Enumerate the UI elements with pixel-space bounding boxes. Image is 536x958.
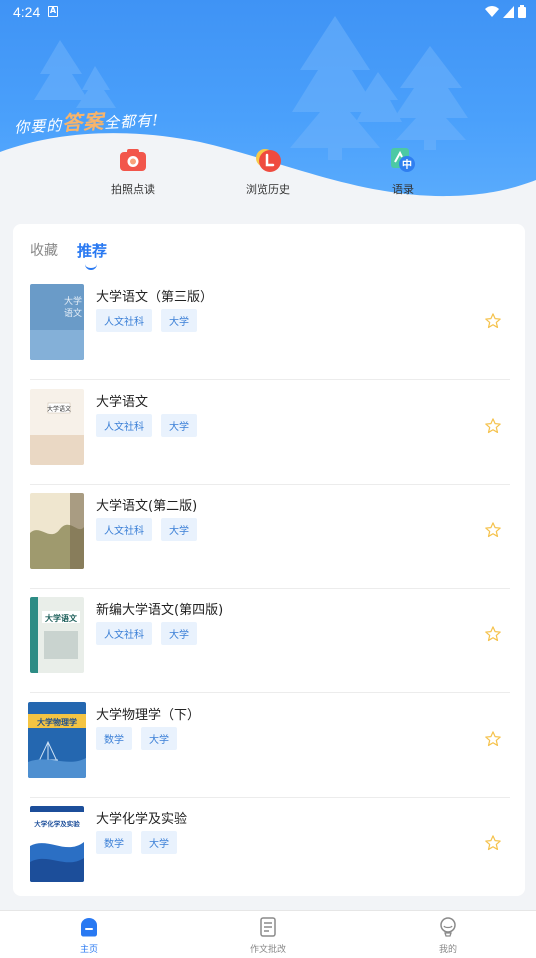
list-divider: [30, 692, 510, 693]
slogan-highlight: 答案: [61, 109, 105, 136]
active-tab-indicator: [85, 264, 97, 270]
book-tag: 人文社科: [96, 622, 152, 645]
book-cover: 大学物理学: [28, 702, 86, 778]
book-title: 大学语文(第二版): [96, 499, 198, 514]
slogan-suffix: 全都有!: [103, 111, 160, 133]
battery-icon: [518, 5, 526, 18]
nav-label: 主页: [79, 945, 98, 955]
list-divider: [30, 379, 510, 380]
svg-text:大学语文: 大学语文: [45, 613, 78, 623]
book-tag: 人文社科: [96, 309, 152, 332]
nav-essay-correction[interactable]: 作文批改: [223, 916, 313, 955]
svg-text:大学物理学: 大学物理学: [37, 717, 77, 727]
favorite-star-icon[interactable]: [484, 625, 502, 643]
favorite-star-icon[interactable]: [484, 834, 502, 852]
svg-text:语文: 语文: [64, 307, 82, 319]
book-tag: 大学: [141, 831, 177, 854]
quick-action-label: 浏览历史: [246, 183, 290, 196]
book-list-card: 收藏 推荐 大学 语文 大学语文（第三版） 人文社科 大学 大学语文 大学语文 …: [13, 224, 525, 896]
book-cover: 大学语文: [30, 597, 84, 673]
status-icons: [485, 5, 526, 18]
book-tag: 人文社科: [96, 414, 152, 437]
svg-text:大学化学及实验: 大学化学及实验: [34, 819, 80, 828]
book-tags: 人文社科 大学: [96, 414, 197, 437]
book-title: 大学语文: [96, 395, 149, 410]
nav-home[interactable]: 主页: [44, 916, 134, 955]
book-cover: 大学化学及实验: [30, 806, 84, 882]
book-tag: 大学: [141, 727, 177, 750]
svg-text:大学语文: 大学语文: [47, 405, 71, 413]
book-tag: 人文社科: [96, 518, 152, 541]
quick-action-quotes[interactable]: 中 语录: [348, 145, 458, 197]
tab-recommended[interactable]: 推荐: [77, 240, 107, 261]
book-cover: [30, 493, 84, 569]
book-title: 大学化学及实验: [96, 812, 188, 827]
profile-icon: [437, 916, 459, 938]
favorite-star-icon[interactable]: [484, 417, 502, 435]
list-item[interactable]: 大学语文 新编大学语文(第四版) 人文社科 大学: [30, 589, 510, 693]
book-tag: 大学: [161, 309, 197, 332]
book-tag: 大学: [161, 622, 197, 645]
list-item[interactable]: 大学语文(第二版) 人文社科 大学: [30, 485, 510, 589]
nav-label: 作文批改: [249, 945, 286, 955]
favorite-star-icon[interactable]: [484, 312, 502, 330]
bottom-navigation: 主页 作文批改 我的: [0, 910, 536, 958]
book-tags: 数学 大学: [96, 727, 177, 750]
signal-icon: [503, 5, 514, 18]
quick-action-label: 语录: [392, 183, 414, 196]
book-tag: 大学: [161, 518, 197, 541]
svg-text:中: 中: [402, 158, 412, 171]
status-time: 4:24: [13, 4, 41, 20]
home-icon: [78, 916, 100, 938]
favorite-star-icon[interactable]: [484, 730, 502, 748]
book-cover: 大学 语文: [30, 284, 84, 360]
book-tags: 人文社科 大学: [96, 622, 197, 645]
document-icon: [257, 916, 279, 938]
book-tag: 数学: [96, 727, 132, 750]
tab-favorites[interactable]: 收藏: [30, 240, 58, 260]
nav-profile[interactable]: 我的: [403, 916, 493, 955]
camera-icon: [118, 145, 148, 175]
list-item[interactable]: 大学化学及实验 大学化学及实验 数学 大学: [30, 798, 510, 896]
book-title: 大学物理学（下）: [96, 708, 201, 723]
history-icon: [253, 145, 283, 175]
book-tags: 数学 大学: [96, 831, 177, 854]
quick-action-photo-read[interactable]: 拍照点读: [78, 145, 188, 197]
svg-text:大学: 大学: [64, 295, 82, 307]
quick-action-label: 拍照点读: [111, 183, 155, 196]
quick-action-history[interactable]: 浏览历史: [213, 145, 323, 197]
nav-label: 我的: [438, 945, 457, 955]
list-item[interactable]: 大学物理学 大学物理学（下） 数学 大学: [28, 694, 510, 798]
book-tag: 大学: [161, 414, 197, 437]
book-title: 大学语文（第三版）: [96, 290, 214, 305]
notification-a-icon: A: [48, 6, 58, 17]
book-tag: 数学: [96, 831, 132, 854]
slogan-prefix: 你要的: [13, 116, 63, 137]
book-tags: 人文社科 大学: [96, 518, 197, 541]
favorite-star-icon[interactable]: [484, 521, 502, 539]
wifi-icon: [485, 5, 499, 17]
list-item[interactable]: 大学 语文 大学语文（第三版） 人文社科 大学: [30, 276, 510, 380]
status-bar: 4:24 A: [0, 0, 536, 26]
translate-icon: 中: [388, 145, 418, 175]
list-item[interactable]: 大学语文 大学语文 人文社科 大学: [30, 381, 510, 485]
book-tags: 人文社科 大学: [96, 309, 197, 332]
book-title: 新编大学语文(第四版): [96, 603, 224, 618]
book-cover: 大学语文: [30, 389, 84, 465]
